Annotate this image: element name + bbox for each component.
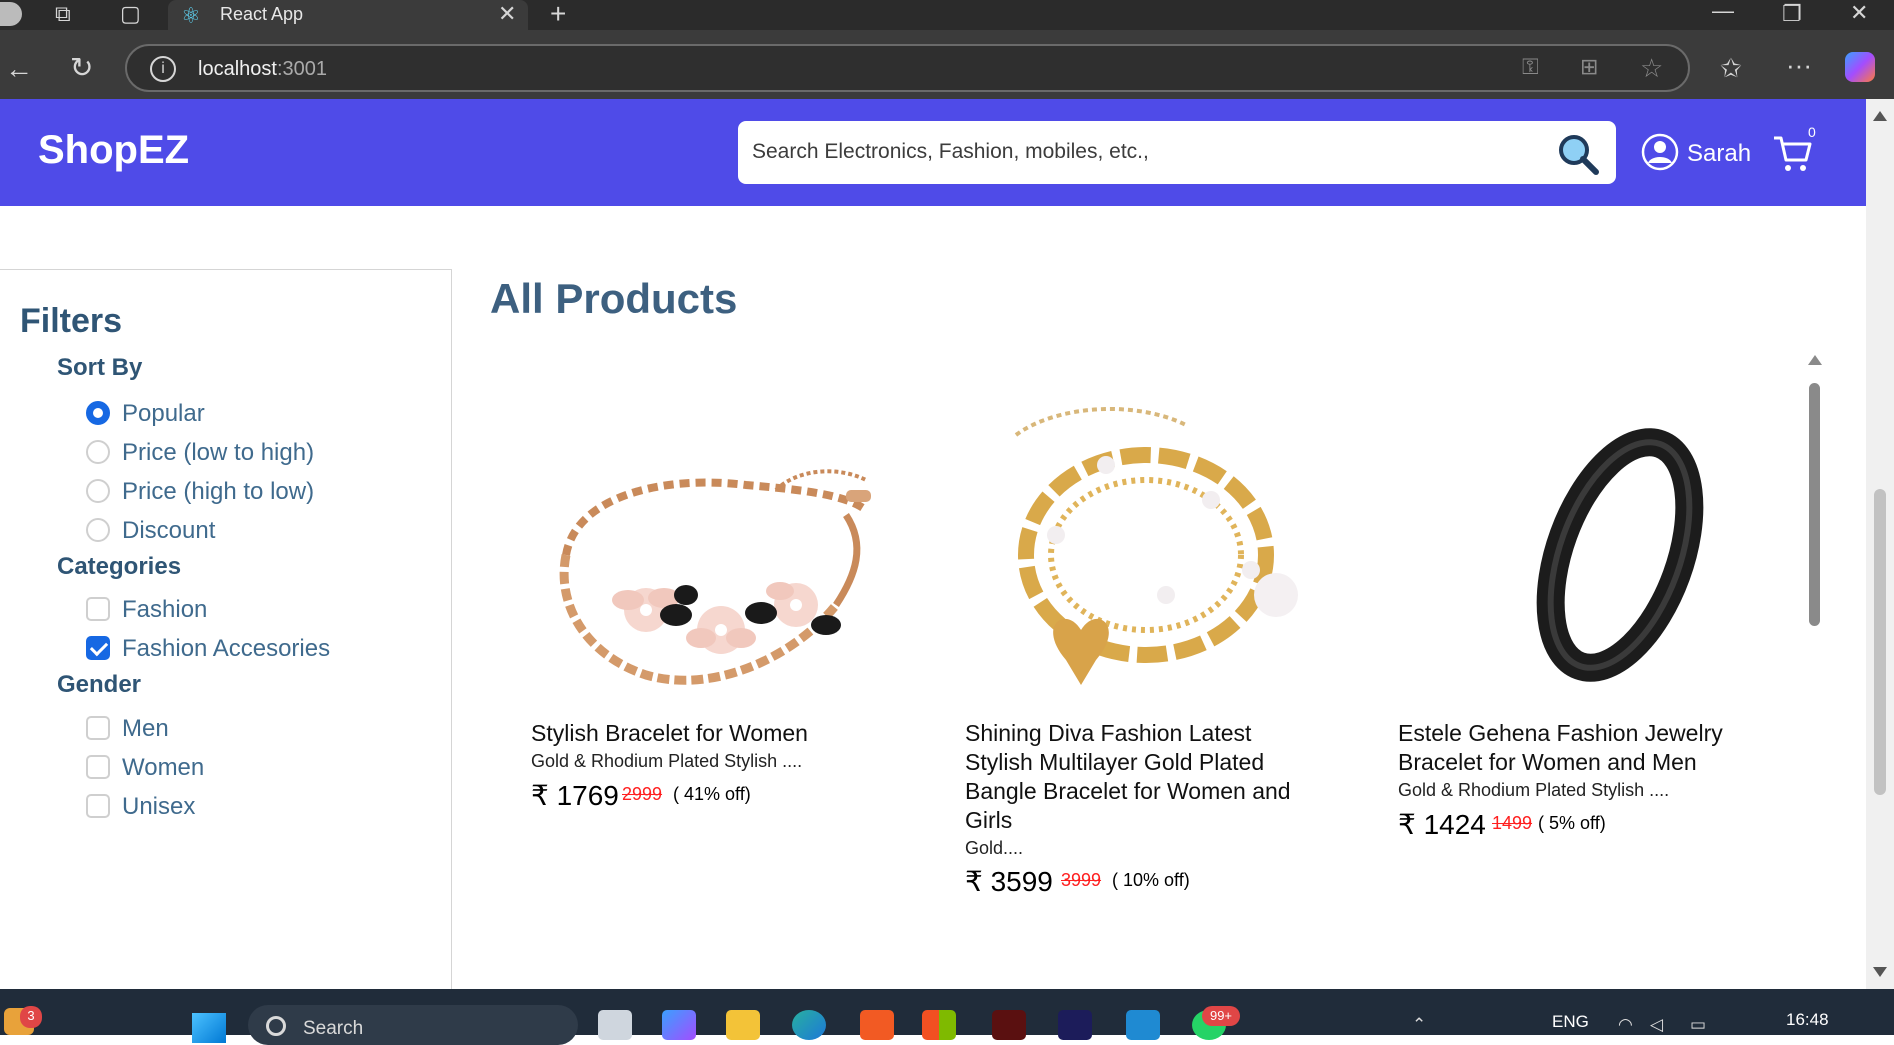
game-app-icon[interactable]: [992, 1010, 1026, 1040]
copilot-icon[interactable]: [1845, 52, 1875, 82]
workspaces-icon[interactable]: ⧉: [55, 3, 71, 25]
cart-icon[interactable]: [1772, 134, 1814, 174]
gender-label[interactable]: Women: [122, 754, 204, 782]
product-list-scrollbar[interactable]: [1806, 355, 1824, 985]
sort-option-label[interactable]: Price (low to high): [122, 439, 314, 467]
language-indicator[interactable]: ENG: [1552, 1012, 1589, 1032]
search-placeholder: Search Electronics, Fashion, mobiles, et…: [752, 140, 1149, 163]
gender-heading: Gender: [57, 671, 142, 698]
react-logo-icon: ⚛: [181, 3, 201, 28]
more-icon[interactable]: ···: [1786, 52, 1812, 78]
taskbar-search-text: Search: [303, 1018, 364, 1039]
taskbar-search-icon: [266, 1016, 286, 1036]
copilot-taskbar-icon[interactable]: [662, 1010, 696, 1040]
sort-option-label[interactable]: Popular: [122, 400, 205, 428]
product-discount: ( 10% off): [1112, 870, 1190, 890]
search-icon[interactable]: [1556, 132, 1600, 176]
brave-icon[interactable]: [860, 1010, 894, 1040]
minimize-icon[interactable]: —: [1712, 0, 1734, 22]
product-old-price: 1499: [1492, 813, 1533, 833]
sort-option-label[interactable]: Price (high to low): [122, 478, 314, 506]
clock-time[interactable]: 16:48: [1786, 1010, 1829, 1030]
product-price: ₹ 3599: [965, 866, 1053, 897]
category-fashion-checkbox[interactable]: [86, 597, 110, 621]
user-name[interactable]: Sarah: [1687, 140, 1751, 168]
gender-label[interactable]: Men: [122, 715, 169, 743]
product-discount: ( 41% off): [673, 784, 751, 804]
sort-price-high-low-radio[interactable]: [86, 479, 110, 503]
url-host: localhost: [198, 58, 277, 80]
refresh-icon[interactable]: ↻: [70, 54, 93, 82]
categories-heading: Categories: [57, 553, 182, 580]
gender-women-checkbox[interactable]: [86, 755, 110, 779]
sort-heading: Sort By: [57, 354, 143, 381]
url-port: :3001: [276, 58, 327, 80]
url-text: localhost:3001: [198, 58, 327, 81]
scroll-thumb[interactable]: [1809, 383, 1820, 626]
tab-title: React App: [220, 4, 304, 24]
close-window-icon[interactable]: ✕: [1850, 2, 1868, 24]
sort-option-label[interactable]: Discount: [122, 517, 215, 545]
product-old-price: 2999: [622, 784, 663, 804]
gender-men-checkbox[interactable]: [86, 716, 110, 740]
gender-unisex-checkbox[interactable]: [86, 794, 110, 818]
product-price: ₹ 1424: [1398, 809, 1486, 840]
favorites-icon[interactable]: ✩: [1720, 55, 1742, 81]
taskbar-search[interactable]: [248, 1005, 578, 1045]
favorite-star-icon[interactable]: ☆: [1640, 55, 1663, 81]
battery-icon[interactable]: ▭: [1690, 1015, 1706, 1035]
apps-icon[interactable]: ⊞: [1580, 56, 1598, 78]
category-fashion-accesories-checkbox[interactable]: [86, 636, 110, 660]
category-label[interactable]: Fashion Accesories: [122, 635, 330, 663]
product-title[interactable]: Stylish Bracelet for Women: [531, 719, 891, 748]
new-tab-icon[interactable]: +: [550, 0, 566, 28]
store-icon[interactable]: [922, 1010, 956, 1040]
product-title[interactable]: Shining Diva Fashion Latest Stylish Mult…: [965, 719, 1325, 835]
gender-label[interactable]: Unisex: [122, 793, 195, 821]
category-label[interactable]: Fashion: [122, 596, 207, 624]
product-price: ₹ 1769: [531, 780, 619, 811]
all-products-heading: All Products: [490, 275, 738, 322]
product-title[interactable]: Estele Gehena Fashion Jewelry Bracelet f…: [1398, 719, 1758, 777]
page-scroll-thumb[interactable]: [1874, 489, 1886, 795]
vscode-icon[interactable]: [1126, 1010, 1160, 1040]
sort-discount-radio[interactable]: [86, 518, 110, 542]
tab-actions-icon[interactable]: ▢: [120, 3, 141, 25]
user-icon[interactable]: [1641, 133, 1679, 171]
volume-icon[interactable]: ◁: [1650, 1015, 1663, 1035]
filters-title: Filters: [20, 302, 123, 340]
address-input[interactable]: [125, 44, 1690, 92]
start-icon[interactable]: [192, 1013, 226, 1043]
product-desc: Gold....: [965, 838, 1024, 858]
site-info-icon[interactable]: i: [150, 56, 176, 82]
shop-logo[interactable]: ShopEZ: [38, 128, 189, 173]
product-discount: ( 5% off): [1538, 813, 1606, 833]
edge-icon[interactable]: [792, 1010, 826, 1040]
page-scroll-up-icon[interactable]: [1873, 111, 1887, 121]
close-tab-icon[interactable]: ✕: [498, 3, 516, 25]
tray-arrow-icon[interactable]: ⌃: [1412, 1015, 1426, 1035]
product-image-black-bangle[interactable]: [1445, 390, 1785, 730]
restore-icon[interactable]: ❐: [1782, 3, 1802, 25]
after-effects-icon[interactable]: [1058, 1010, 1092, 1040]
page-scroll-down-icon[interactable]: [1873, 967, 1887, 977]
cart-count: 0: [1808, 124, 1816, 140]
app-badge: 99+: [1202, 1006, 1240, 1026]
page-scrollbar[interactable]: [1866, 99, 1894, 989]
wifi-icon[interactable]: ◠: [1618, 1015, 1633, 1035]
notification-badge: 3: [20, 1006, 42, 1028]
product-image-gold-chain-bracelet[interactable]: [996, 385, 1336, 725]
product-image-rose-gold-bracelet[interactable]: [546, 400, 886, 740]
product-desc: Gold & Rhodium Plated Stylish ....: [1398, 780, 1670, 800]
file-explorer-icon[interactable]: [726, 1010, 760, 1040]
key-icon[interactable]: ⚿: [1522, 56, 1539, 78]
back-icon[interactable]: ←: [5, 55, 33, 83]
scroll-up-arrow-icon[interactable]: [1808, 355, 1822, 365]
product-old-price: 3999: [1061, 870, 1102, 890]
sort-popular-radio[interactable]: [86, 401, 110, 425]
task-view-icon[interactable]: [598, 1010, 632, 1040]
sort-price-low-high-radio[interactable]: [86, 440, 110, 464]
product-desc: Gold & Rhodium Plated Stylish ....: [531, 751, 803, 771]
